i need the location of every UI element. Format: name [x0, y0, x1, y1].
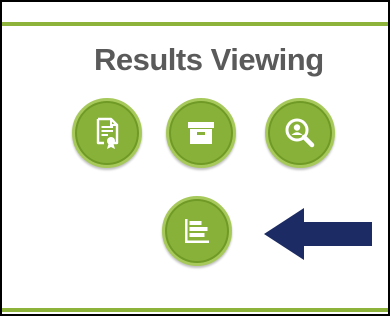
user-search-icon	[285, 118, 315, 148]
results-viewing-panel: Results Viewing	[0, 0, 390, 316]
bottom-accent-bar	[2, 308, 388, 312]
report-certificate-icon	[96, 117, 119, 149]
top-accent-bar	[2, 22, 388, 26]
user-search-button[interactable]	[265, 98, 335, 168]
report-button[interactable]	[72, 98, 142, 168]
bar-chart-icon	[185, 219, 209, 243]
bar-chart-button[interactable]	[162, 196, 232, 266]
archive-button[interactable]	[166, 98, 236, 168]
pointer-arrow-icon	[264, 208, 372, 260]
archive-box-icon	[188, 122, 214, 144]
panel-title: Results Viewing	[94, 42, 324, 77]
